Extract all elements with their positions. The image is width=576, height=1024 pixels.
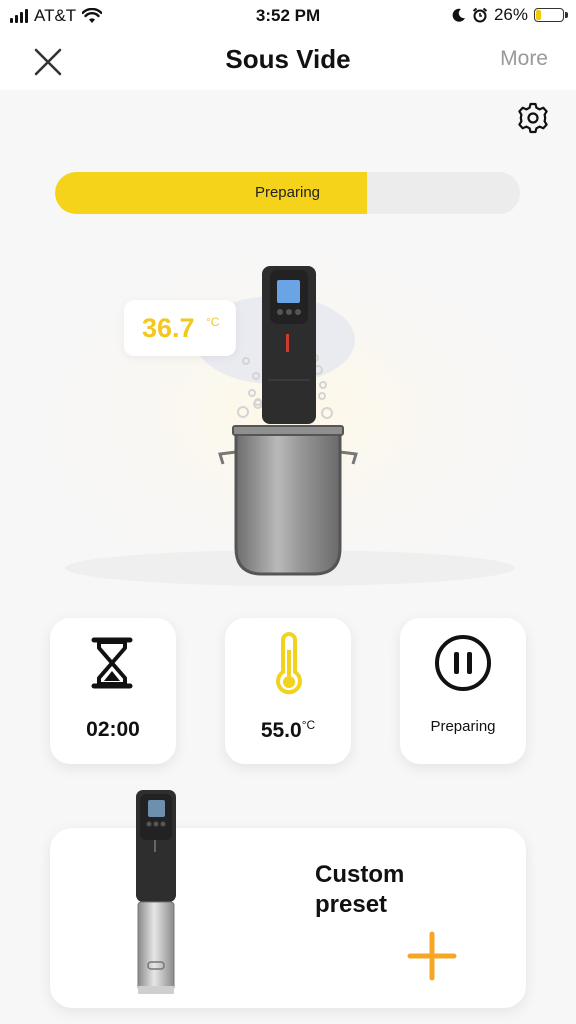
more-button[interactable]: More (500, 47, 548, 71)
plus-icon[interactable] (406, 930, 458, 982)
status-bar: AT&T 3:52 PM 26% (0, 0, 576, 32)
status-right: 26% (452, 5, 568, 25)
custom-preset-line1: Custom (315, 861, 405, 888)
battery-level (536, 10, 542, 20)
cooking-progress-bar: Preparing (55, 172, 520, 214)
progress-label: Preparing (254, 184, 321, 201)
pause-card[interactable]: Preparing (400, 618, 526, 764)
gear-icon[interactable] (514, 99, 552, 137)
target-temperature-text: 55.0°C (225, 718, 351, 743)
page-title: Sous Vide (225, 44, 351, 74)
pause-icon (435, 635, 491, 691)
target-temperature-unit: °C (301, 718, 316, 732)
target-temperature-value: 55.0 (260, 719, 302, 742)
state-label: Preparing (430, 718, 496, 735)
target-temperature-card[interactable]: 55.0°C (225, 618, 351, 764)
battery-percent: 26% (493, 5, 528, 24)
nav-bar: Sous Vide More (0, 32, 576, 90)
current-temperature-unit: °C (206, 315, 220, 329)
alarm-icon (472, 7, 488, 23)
custom-preset-line2: preset (315, 891, 388, 918)
battery-icon (534, 8, 568, 22)
hourglass-icon (91, 637, 133, 689)
timer-card[interactable]: 02:00 (50, 618, 176, 764)
custom-preset-label: Custom preset (315, 860, 455, 920)
sous-vide-pot-illustration (50, 260, 530, 600)
timer-value: 02:00 (86, 718, 140, 741)
current-temperature-value: 36.7 (142, 313, 195, 343)
moon-icon (452, 8, 465, 22)
thermometer-icon (276, 632, 302, 695)
current-temperature-badge: 36.7 °C (124, 300, 236, 356)
sous-vide-device-image (136, 790, 176, 994)
